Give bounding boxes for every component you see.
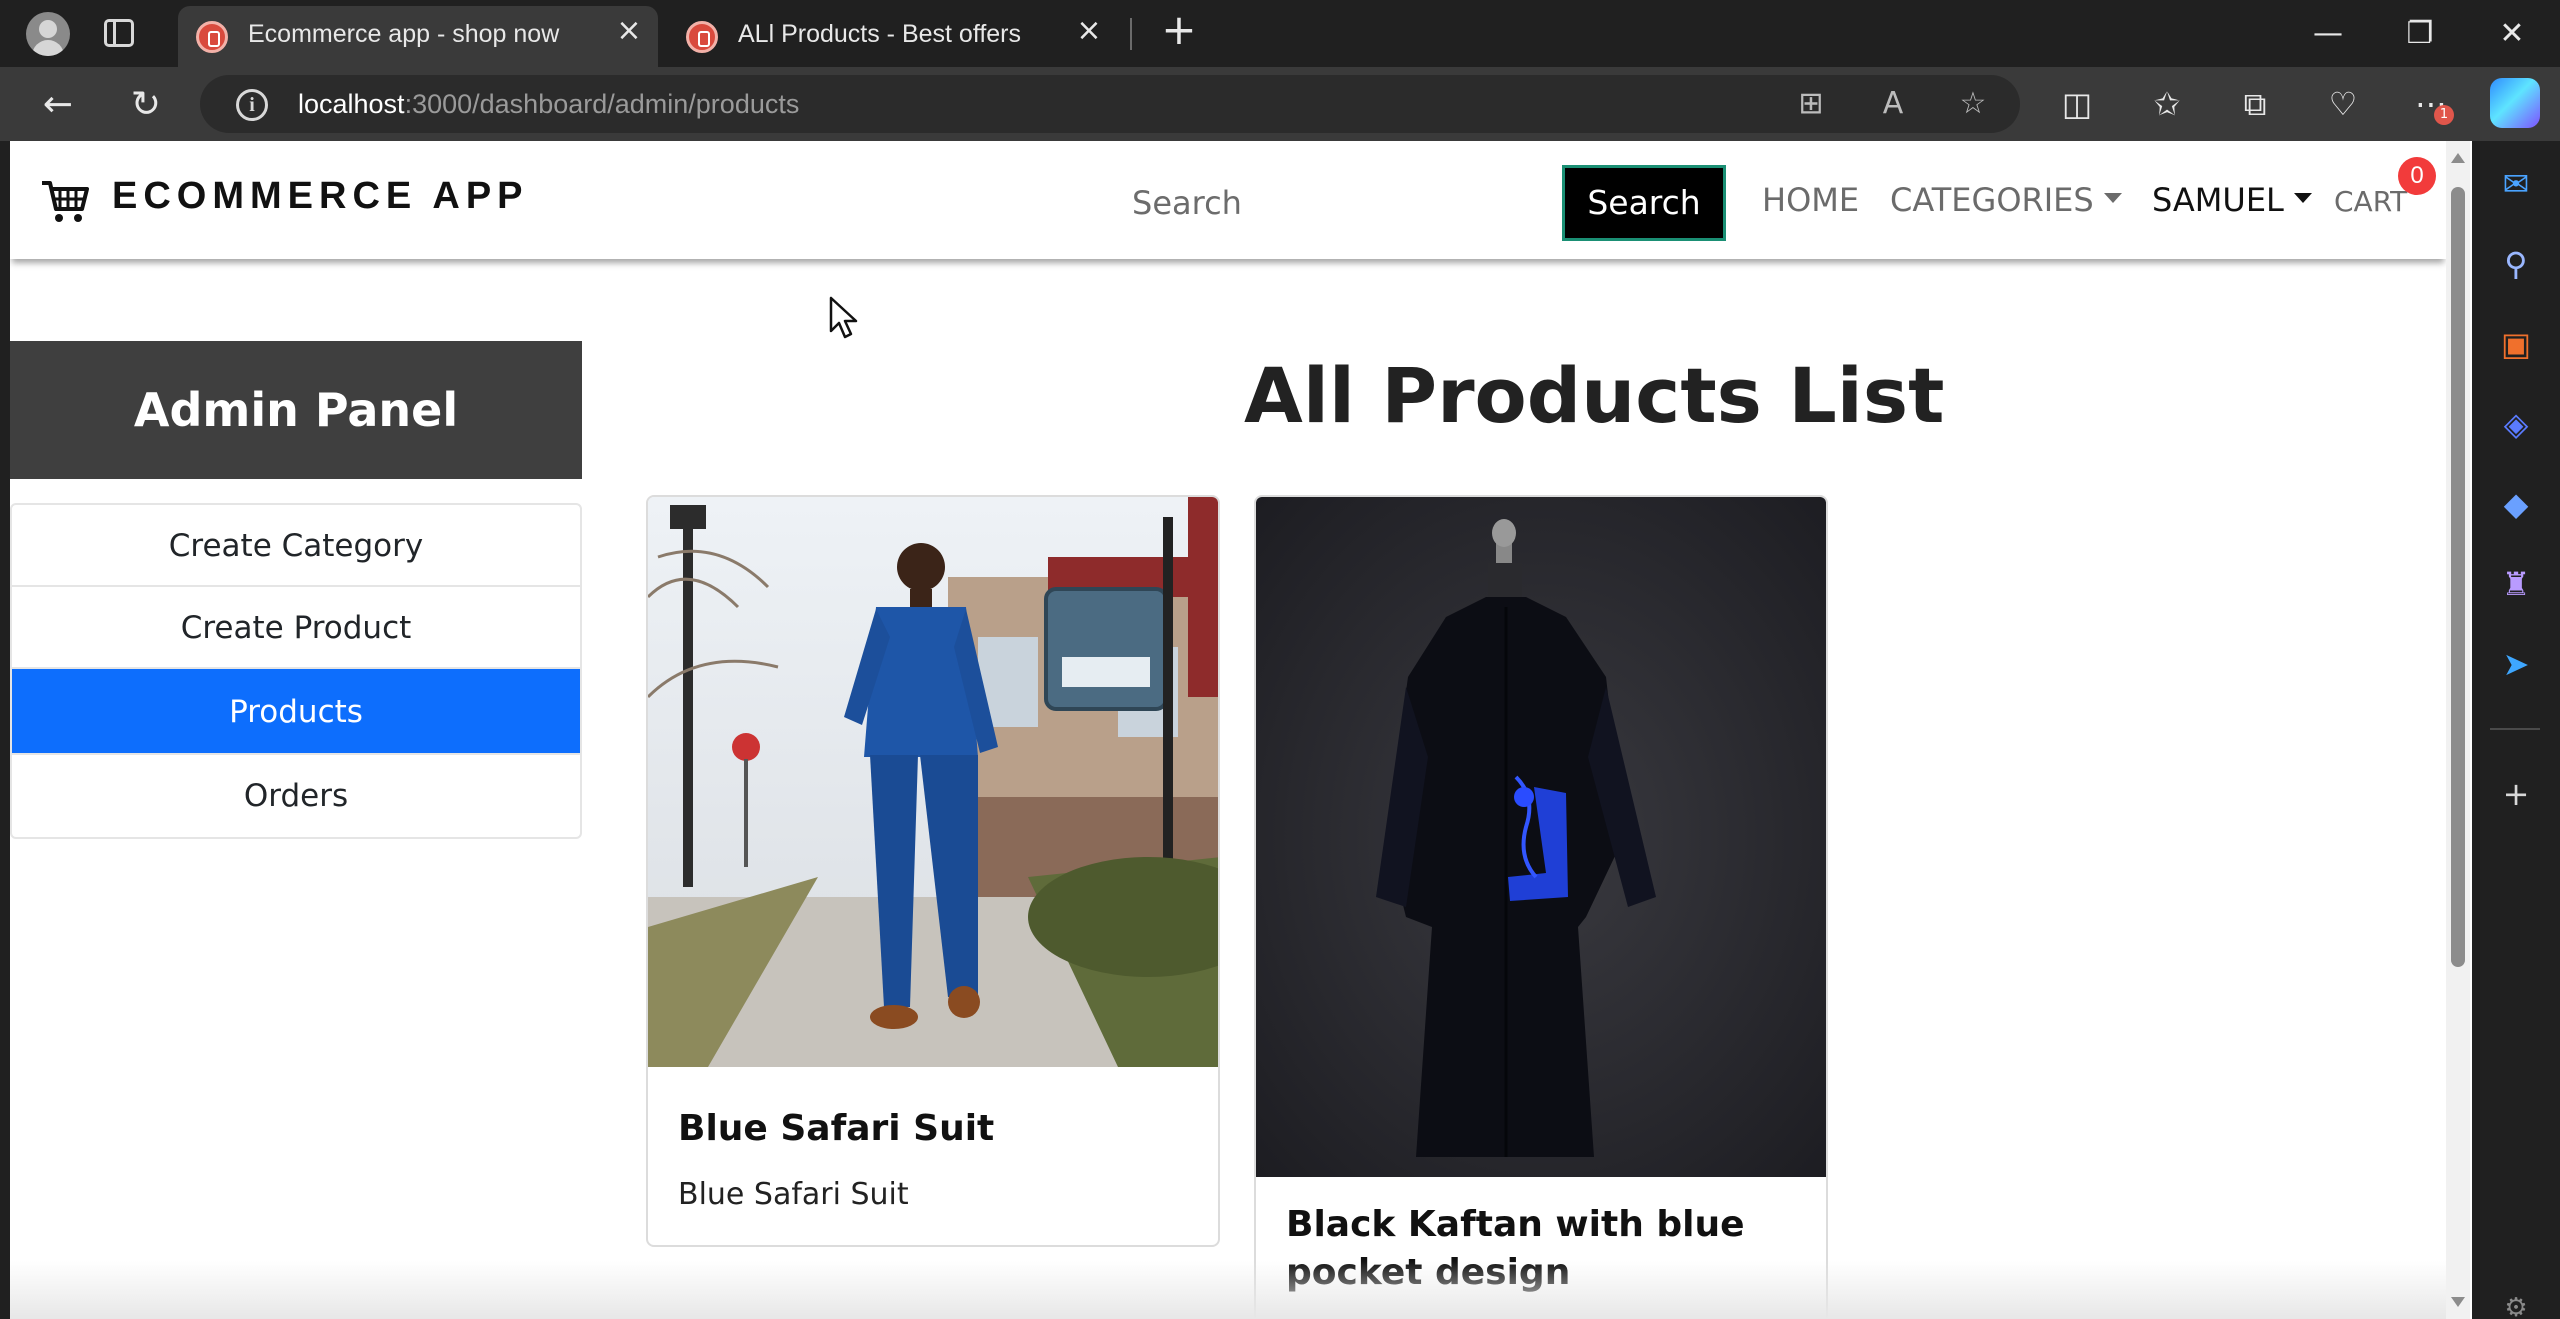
menu-item-orders[interactable]: Orders: [12, 755, 580, 837]
scrollbar-thumb[interactable]: [2451, 187, 2465, 967]
games-icon[interactable]: ♜: [2494, 562, 2538, 606]
menu-item-create-product[interactable]: Create Product: [12, 587, 580, 669]
split-screen-icon[interactable]: ◫: [2054, 81, 2100, 127]
product-image[interactable]: [1256, 497, 1826, 1177]
nav-home-link[interactable]: HOME: [1762, 181, 1859, 219]
tab-ecommerce-app[interactable]: Ecommerce app - shop now ×: [178, 6, 658, 67]
mouse-cursor-icon: [829, 296, 858, 339]
new-tab-plus-icon[interactable]: +: [1158, 9, 1200, 52]
restore-window-icon[interactable]: ❐: [2400, 14, 2440, 54]
nav-cart-link[interactable]: CART: [2334, 185, 2407, 218]
page-title: All Products List: [1244, 351, 1945, 440]
shopping-cart-icon[interactable]: [40, 177, 90, 225]
tab-title: ALl Products - Best offers: [738, 20, 1021, 48]
notification-badge: 1: [2434, 105, 2454, 125]
menu-item-products[interactable]: Products: [12, 669, 580, 755]
brand-logo-text[interactable]: ECOMMERCE APP: [112, 175, 529, 218]
product-name[interactable]: Black Kaftan with blue pocket design: [1286, 1201, 1806, 1297]
nav-user-dropdown[interactable]: SAMUEL: [2152, 181, 2312, 219]
favorites-icon[interactable]: ✩: [2144, 81, 2190, 127]
scroll-down-icon[interactable]: [2451, 1297, 2465, 1307]
site-navbar: ECOMMERCE APP Search HOME CATEGORIES SAM…: [10, 141, 2446, 259]
nav-categories-dropdown[interactable]: CATEGORIES: [1890, 181, 2122, 219]
sidebar-settings-icon[interactable]: ⚙: [2494, 1286, 2538, 1319]
edge-sidebar: [2472, 141, 2560, 1319]
product-card[interactable]: Blue Safari Suit Blue Safari Suit: [646, 495, 1220, 1247]
site-favicon-icon: [686, 21, 718, 53]
add-sidebar-app-icon[interactable]: +: [2494, 772, 2538, 816]
profile-avatar-icon[interactable]: [26, 12, 70, 56]
app-available-icon[interactable]: ⊞: [1794, 87, 1828, 121]
browser-toolbar: ← ↻ i localhost:3000/dashboard/admin/pro…: [0, 67, 2560, 141]
close-window-icon[interactable]: ✕: [2492, 14, 2532, 54]
sidebar-divider: [2490, 728, 2540, 730]
send-icon[interactable]: ➤: [2494, 642, 2538, 686]
url-text[interactable]: localhost:3000/dashboard/admin/products: [298, 89, 799, 120]
tab-title: Ecommerce app - shop now: [248, 20, 560, 48]
tab-close-icon[interactable]: ×: [614, 16, 644, 46]
tab-separator: [1130, 18, 1132, 50]
collections-icon[interactable]: ⧉: [2232, 81, 2278, 127]
product-photo-blue-suit: [648, 497, 1218, 1067]
site-favicon-icon: [196, 21, 228, 53]
site-info-icon[interactable]: i: [236, 89, 268, 121]
search-button[interactable]: Search: [1562, 165, 1726, 241]
tab-close-icon[interactable]: ×: [1074, 16, 1104, 46]
product-image[interactable]: [648, 497, 1218, 1067]
address-bar[interactable]: i localhost:3000/dashboard/admin/product…: [200, 75, 2020, 133]
page-bottom-shadow: [10, 1261, 2446, 1319]
tools-icon[interactable]: ▣: [2494, 322, 2538, 366]
outlook-icon[interactable]: ✉: [2494, 162, 2538, 206]
product-description: Blue Safari Suit: [678, 1177, 909, 1212]
search-icon[interactable]: ⚲: [2494, 242, 2538, 286]
admin-menu: Create Category Create Product Products …: [10, 503, 582, 839]
minimize-icon[interactable]: —: [2308, 14, 2348, 54]
favorite-star-icon[interactable]: ☆: [1956, 87, 1990, 121]
menu-item-create-category[interactable]: Create Category: [12, 505, 580, 587]
reload-icon[interactable]: ↻: [124, 83, 168, 127]
scroll-up-icon[interactable]: [2451, 153, 2465, 163]
browser-essentials-icon[interactable]: ♡: [2320, 81, 2366, 127]
chevron-down-icon: [2293, 193, 2312, 203]
copilot-icon[interactable]: [2490, 78, 2540, 128]
browser-tab-bar: Ecommerce app - shop now × ALl Products …: [0, 0, 2560, 67]
search-input[interactable]: [1110, 167, 1570, 239]
product-photo-black-kaftan: [1256, 497, 1826, 1177]
product-name[interactable]: Blue Safari Suit: [678, 1105, 1198, 1153]
cart-count-badge: 0: [2398, 157, 2436, 195]
chevron-down-icon: [2103, 193, 2122, 203]
product-card[interactable]: Black Kaftan with blue pocket design: [1254, 495, 1828, 1319]
page-scrollbar[interactable]: [2446, 141, 2470, 1319]
page-viewport: ECOMMERCE APP Search HOME CATEGORIES SAM…: [10, 141, 2472, 1319]
read-aloud-icon[interactable]: A: [1876, 87, 1910, 121]
tab-all-products[interactable]: ALl Products - Best offers ×: [668, 6, 1118, 67]
tab-actions-icon[interactable]: [104, 19, 134, 47]
admin-panel-heading: Admin Panel: [10, 341, 582, 479]
shopping-tag-icon[interactable]: ◆: [2494, 482, 2538, 526]
designer-icon[interactable]: ◈: [2494, 402, 2538, 446]
back-arrow-icon[interactable]: ←: [36, 83, 80, 127]
